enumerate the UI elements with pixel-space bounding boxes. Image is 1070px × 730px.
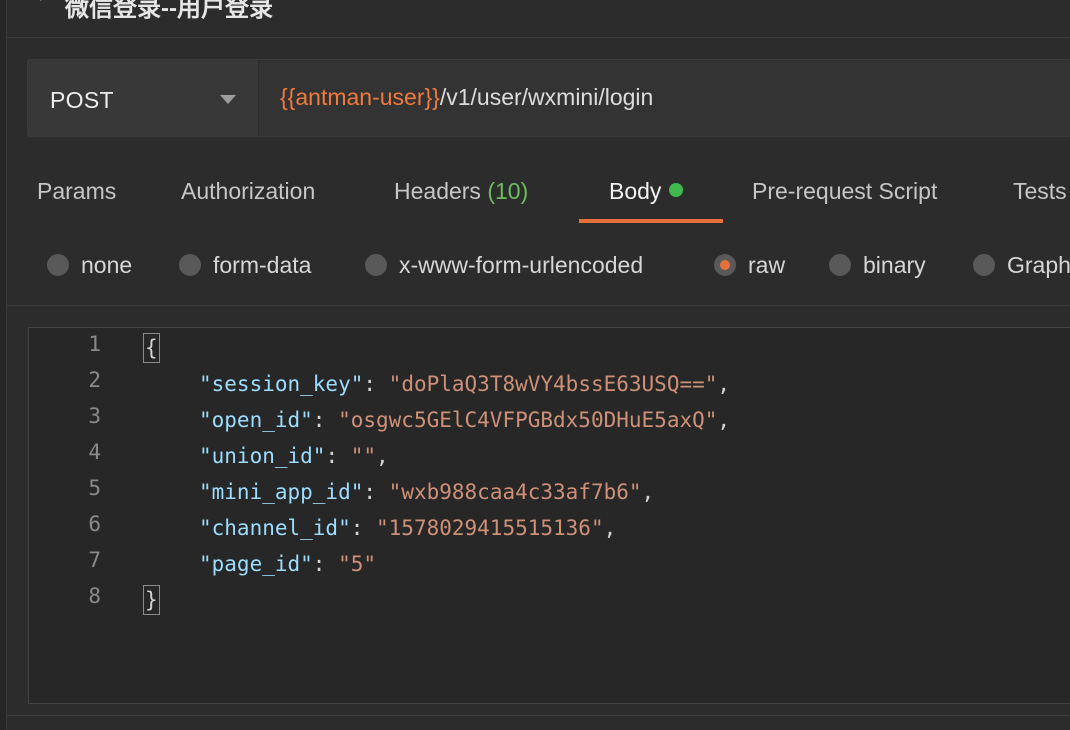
method-label: POST	[50, 87, 114, 113]
line-number: 3	[88, 404, 101, 428]
code-line: {	[143, 330, 160, 366]
radio-binary[interactable]: binary	[829, 252, 926, 279]
radio-label: x-www-form-urlencoded	[399, 252, 644, 278]
radio-circle-icon	[179, 254, 201, 276]
url-input[interactable]: {{antman-user}}/v1/user/wxmini/login	[280, 84, 653, 111]
line-number: 4	[88, 440, 101, 464]
line-number: 6	[88, 512, 101, 536]
json-value: "doPlaQ3T8wVY4bssE63USQ=="	[388, 372, 718, 396]
json-key: "mini_app_id"	[199, 480, 364, 504]
json-key: "session_key"	[199, 372, 364, 396]
json-value: "5"	[338, 552, 377, 576]
tab-tests[interactable]: Tests	[1013, 178, 1067, 205]
radio-label: binary	[863, 252, 926, 278]
radio-raw[interactable]: raw	[714, 252, 785, 279]
json-comma: ,	[603, 516, 617, 540]
line-number: 2	[88, 368, 101, 392]
radio-circle-icon	[47, 254, 69, 276]
code-line: "session_key": "doPlaQ3T8wVY4bssE63USQ==…	[199, 366, 730, 402]
radio-label: raw	[748, 252, 786, 278]
code-line: "page_id": "5"	[199, 546, 376, 582]
radio-label: form-data	[213, 252, 312, 278]
sidebar-edge	[0, 0, 7, 730]
json-colon: :	[363, 480, 389, 504]
radio-circle-icon	[973, 254, 995, 276]
postman-request-view: ▸ 微信登录--用户登录 POST {{antman-user}}/v1/use…	[0, 0, 1070, 730]
radio-graphql[interactable]: GraphQL	[973, 252, 1070, 279]
request-title-row: ▸ 微信登录--用户登录	[7, 0, 1070, 38]
code-line: "mini_app_id": "wxb988caa4c33af7b6",	[199, 474, 654, 510]
request-bar: POST {{antman-user}}/v1/user/wxmini/logi…	[27, 59, 1070, 137]
json-value: "osgwc5GElC4VFPGBdx50DHuE5axQ"	[338, 408, 718, 432]
json-colon: :	[363, 372, 389, 396]
radio-none[interactable]: none	[47, 252, 132, 279]
divider	[7, 305, 1070, 306]
radio-x-www-form-urlencoded[interactable]: x-www-form-urlencoded	[365, 252, 643, 279]
radio-checked-icon	[714, 254, 736, 276]
active-tab-underline	[579, 219, 723, 223]
json-colon: :	[312, 408, 339, 432]
headers-count-badge: (10)	[487, 178, 529, 204]
tab-body-label: Body	[609, 178, 662, 204]
json-key: "channel_id"	[199, 516, 351, 540]
json-colon: :	[312, 552, 339, 576]
open-brace: {	[143, 333, 160, 363]
body-type-options: none form-data x-www-form-urlencoded raw…	[0, 236, 1070, 296]
request-title[interactable]: 微信登录--用户登录	[65, 0, 273, 23]
code-line: }	[143, 582, 160, 618]
json-value: "wxb988caa4c33af7b6"	[388, 480, 642, 504]
url-variable: {{antman-user}}	[280, 84, 440, 110]
method-select[interactable]: POST	[28, 60, 259, 136]
line-number: 5	[88, 476, 101, 500]
request-tabs: Params Authorization Headers (10) Body P…	[0, 160, 1070, 230]
json-key: "page_id"	[199, 552, 313, 576]
json-comma: ,	[376, 444, 389, 468]
body-editor[interactable]: 1 2 3 4 5 6 7 8 { "session_key": "doPlaQ…	[28, 327, 1070, 704]
tab-headers-label: Headers	[394, 178, 481, 204]
radio-label: none	[81, 252, 133, 278]
line-number: 8	[88, 584, 101, 608]
code-area[interactable]: { "session_key": "doPlaQ3T8wVY4bssE63USQ…	[143, 328, 1063, 703]
tab-params[interactable]: Params	[37, 178, 116, 205]
json-colon: :	[325, 444, 351, 468]
tab-authorization[interactable]: Authorization	[181, 178, 315, 205]
radio-circle-icon	[365, 254, 387, 276]
json-value: "1578029415515136"	[376, 516, 604, 540]
json-value: ""	[350, 444, 377, 468]
radio-label: GraphQL	[1007, 252, 1070, 278]
url-path: /v1/user/wxmini/login	[439, 84, 654, 110]
divider	[7, 715, 1070, 716]
line-number: 1	[88, 332, 101, 356]
line-number: 7	[88, 548, 101, 572]
code-line: "channel_id": "1578029415515136",	[199, 510, 616, 546]
code-line: "open_id": "osgwc5GElC4VFPGBdx50DHuE5axQ…	[199, 402, 730, 438]
code-line: "union_id": "",	[199, 438, 389, 474]
radio-form-data[interactable]: form-data	[179, 252, 311, 279]
json-colon: :	[350, 516, 377, 540]
json-comma: ,	[717, 408, 731, 432]
expand-caret-icon[interactable]: ▸	[40, 0, 47, 5]
tab-headers[interactable]: Headers (10)	[394, 178, 528, 205]
radio-circle-icon	[829, 254, 851, 276]
tab-body[interactable]: Body	[609, 178, 684, 205]
body-indicator-dot-icon	[669, 183, 684, 197]
json-key: "union_id"	[199, 444, 326, 468]
tab-pre-request-script[interactable]: Pre-request Script	[752, 178, 937, 205]
json-comma: ,	[641, 480, 655, 504]
json-key: "open_id"	[199, 408, 313, 432]
json-comma: ,	[717, 372, 731, 396]
close-brace: }	[143, 585, 160, 615]
chevron-down-icon	[220, 95, 236, 104]
line-number-gutter: 1 2 3 4 5 6 7 8	[29, 328, 115, 703]
